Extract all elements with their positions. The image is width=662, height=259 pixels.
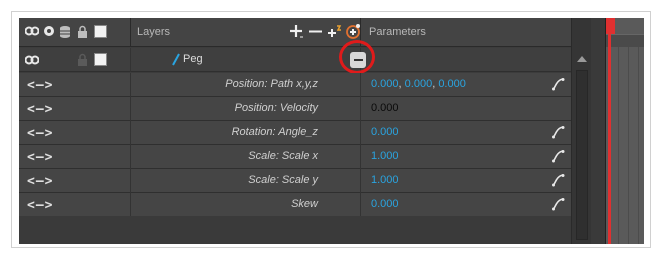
function-curve-icon[interactable] (551, 173, 565, 190)
color-swatch-icon[interactable] (94, 25, 107, 38)
value-y[interactable]: 0.000 (405, 78, 433, 90)
scrollbar-thumb[interactable] (576, 70, 588, 240)
function-name: Scale: Scale y (248, 174, 318, 186)
show-all-toggle-icon[interactable] (43, 25, 55, 37)
function-row[interactable]: <—> Scale: Scale x 1.000 (19, 145, 571, 169)
peg-layer-name: Peg (183, 53, 203, 65)
peg-layer-row[interactable]: Peg (19, 40, 571, 74)
value-field[interactable]: 1.000 (371, 150, 399, 162)
frame-ruler[interactable] (606, 34, 644, 47)
function-name: Rotation: Angle_z (231, 126, 318, 138)
function-row-left: <—> (19, 169, 131, 193)
timeline-frames[interactable] (606, 18, 644, 244)
function-row[interactable]: <—> Scale: Scale y 1.000 (19, 169, 571, 193)
add-peg-icon[interactable] (327, 24, 343, 39)
peg-layer-cell[interactable]: Peg (131, 40, 375, 74)
function-row[interactable]: <—> Skew 0.000 (19, 193, 571, 217)
empty-layer-area (19, 216, 571, 244)
layer-lock-icon[interactable] (77, 53, 88, 66)
peg-parameters-cell (361, 48, 571, 72)
value-field[interactable]: 0.000 (371, 198, 399, 210)
frame-gridline (618, 47, 619, 244)
expand-arrows-icon[interactable]: <—> (27, 198, 53, 213)
expand-arrows-icon[interactable]: <—> (27, 78, 53, 93)
function-name: Position: Path x,y,z (225, 78, 318, 90)
value-x[interactable]: 0.000 (371, 78, 399, 90)
timeline-view-panel: Layers Parameters Peg <—> Position: Path… (19, 18, 644, 244)
function-curve-icon[interactable] (551, 125, 565, 142)
expand-arrows-icon[interactable]: <—> (27, 150, 53, 165)
function-row[interactable]: <—> Position: Path x,y,z 0.000, 0.000, 0… (19, 73, 571, 97)
function-row-left: <—> (19, 145, 131, 169)
function-row-left: <—> (19, 121, 131, 145)
expand-arrows-icon[interactable]: <—> (27, 174, 53, 189)
frame-gridline (628, 47, 629, 244)
value-field[interactable]: 0.000, 0.000, 0.000 (371, 78, 466, 90)
function-name: Scale: Scale x (248, 150, 318, 162)
onion-skin-toggle-icon[interactable] (25, 25, 39, 37)
peg-icon (171, 53, 181, 69)
layers-header: Layers (131, 18, 361, 47)
function-curve-icon[interactable] (551, 197, 565, 214)
function-row[interactable]: <—> Position: Velocity 0.000 (19, 97, 571, 121)
peg-layer-toggles (19, 48, 131, 72)
onion-skin-layer-icon[interactable] (25, 54, 39, 66)
value-field[interactable]: 0.000 (371, 102, 399, 114)
scroll-up-arrow-icon[interactable] (577, 56, 587, 62)
vertical-scrollbar[interactable] (571, 18, 591, 244)
function-row-left: <—> (19, 193, 131, 217)
frame-gridline (638, 47, 639, 244)
timeline-gutter (591, 18, 606, 244)
layer-toggles-header (19, 18, 131, 47)
add-layer-icon[interactable] (289, 24, 303, 39)
expand-arrows-icon[interactable]: <—> (27, 126, 53, 141)
function-name: Skew (291, 198, 318, 210)
value-separator: , (432, 78, 436, 90)
delete-layer-icon[interactable] (309, 30, 322, 33)
value-z[interactable]: 0.000 (438, 78, 466, 90)
layers-label: Layers (137, 26, 171, 38)
function-name: Position: Velocity (234, 102, 318, 114)
function-row[interactable]: <—> Rotation: Angle_z 0.000 (19, 121, 571, 145)
parameters-header: Parameters (361, 18, 571, 47)
playhead[interactable] (606, 18, 615, 244)
expand-arrows-icon[interactable]: <—> (27, 102, 53, 117)
value-field[interactable]: 0.000 (371, 126, 399, 138)
function-curve-icon[interactable] (551, 149, 565, 166)
parameters-label: Parameters (369, 26, 426, 38)
playhead-handle[interactable] (606, 18, 615, 34)
add-drawing-layer-icon[interactable] (345, 23, 361, 39)
value-field[interactable]: 1.000 (371, 174, 399, 186)
function-row-left: <—> (19, 73, 131, 97)
database-icon[interactable] (59, 25, 71, 38)
value-separator: , (398, 78, 402, 90)
function-curve-icon[interactable] (551, 77, 565, 94)
function-row-left: <—> (19, 97, 131, 121)
layer-color-swatch-icon[interactable] (94, 53, 107, 66)
lock-icon[interactable] (77, 25, 88, 38)
